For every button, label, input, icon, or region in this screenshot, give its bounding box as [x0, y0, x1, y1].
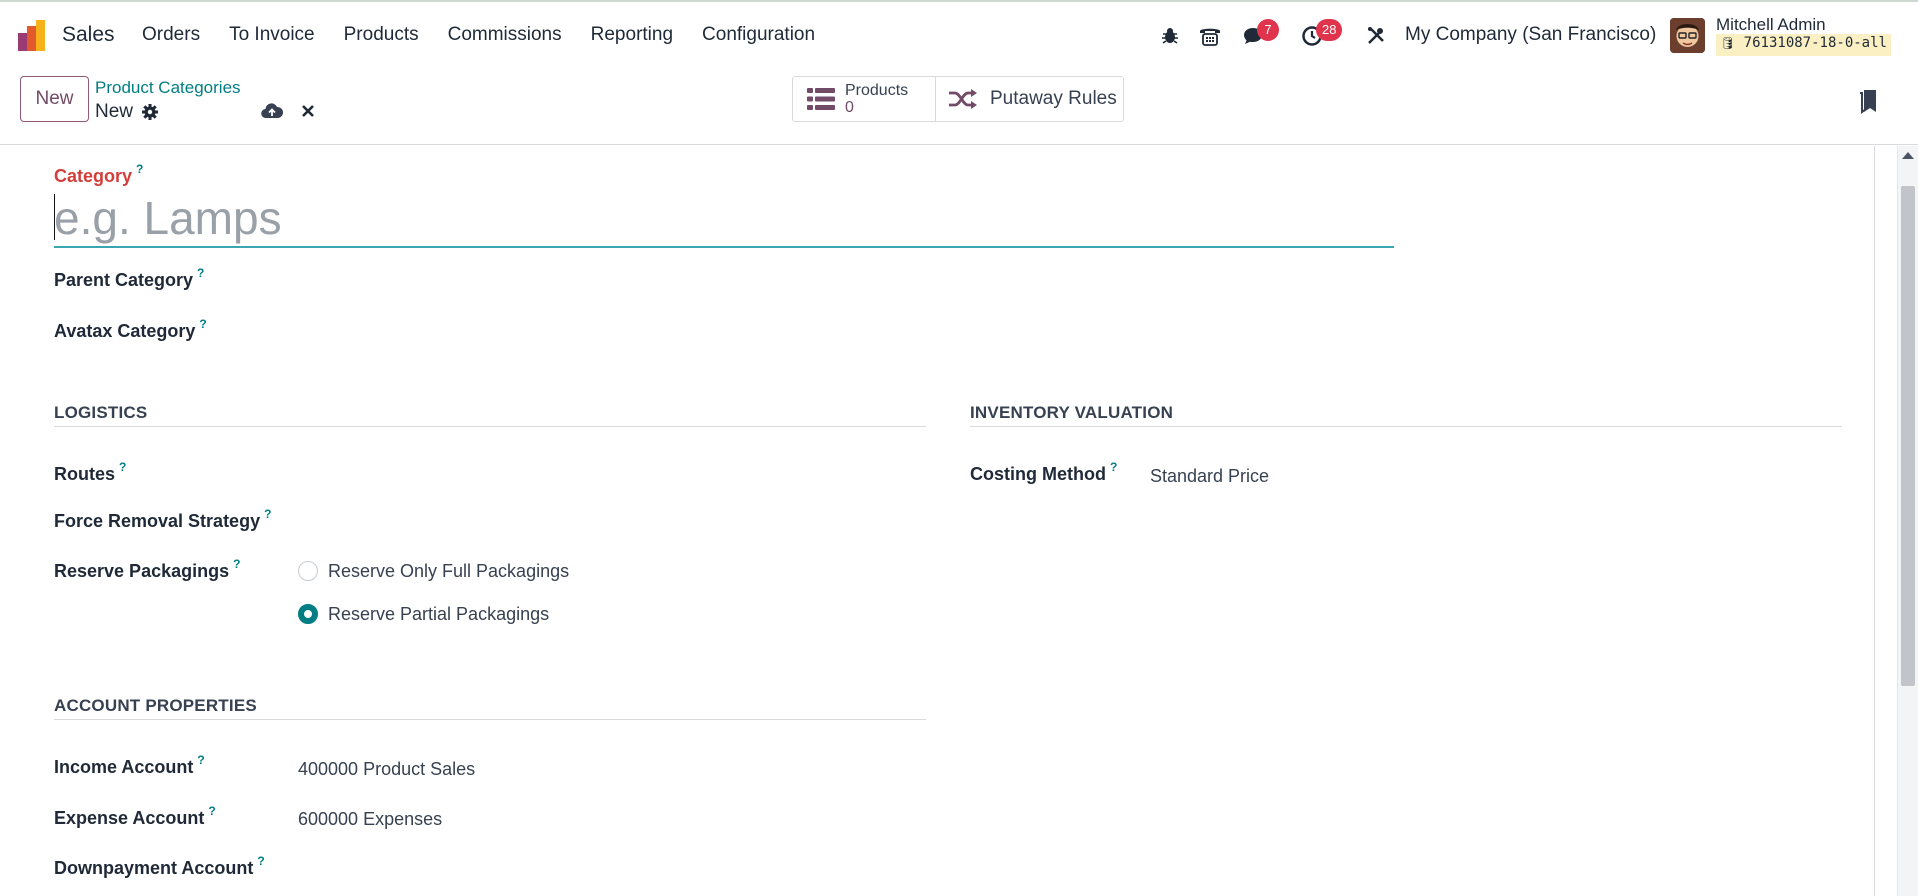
company-switcher[interactable]: My Company (San Francisco)	[1405, 24, 1656, 46]
reserve-only-full-radio[interactable]	[298, 561, 318, 581]
logistics-section-title: LOGISTICS	[54, 403, 148, 422]
help-tooltip-icon[interactable]: ?	[197, 266, 204, 280]
database-name: 🛢 76131087-18-0-all	[1716, 34, 1891, 56]
app-name[interactable]: Sales	[62, 23, 115, 47]
bookmark-icon[interactable]	[1860, 90, 1878, 114]
help-tooltip-icon[interactable]: ?	[257, 854, 264, 868]
category-name-input[interactable]	[54, 190, 1394, 248]
downpayment-account-label: Downpayment Account?	[54, 854, 265, 878]
income-account-label: Income Account?	[54, 753, 205, 777]
database-label: 76131087-18-0-all	[1743, 35, 1887, 51]
reserve-partial-label[interactable]: Reserve Partial Packagings	[328, 604, 549, 625]
form-sheet	[0, 146, 1876, 896]
inventory-valuation-divider	[970, 426, 1842, 427]
main-menu: Orders To Invoice Products Commissions R…	[142, 24, 844, 46]
costing-method-label: Costing Method?	[970, 460, 1118, 484]
random-shuffle-icon	[949, 89, 977, 109]
messages-badge: 7	[1257, 19, 1279, 41]
activities-badge: 28	[1316, 19, 1343, 41]
user-avatar[interactable]	[1670, 18, 1705, 53]
avatax-category-label: Avatax Category?	[54, 317, 207, 341]
expense-account-label: Expense Account?	[54, 804, 216, 828]
account-properties-divider	[54, 719, 926, 720]
income-account-value[interactable]: 400000 Product Sales	[298, 759, 475, 780]
products-count: 0	[845, 99, 854, 116]
text-cursor	[54, 194, 55, 240]
menu-products[interactable]: Products	[344, 24, 419, 46]
phone-icon[interactable]	[1195, 19, 1225, 53]
help-tooltip-icon[interactable]: ?	[233, 557, 240, 571]
reserve-only-full-label[interactable]: Reserve Only Full Packagings	[328, 561, 569, 582]
breadcrumb-product-categories[interactable]: Product Categories	[95, 78, 241, 98]
menu-orders[interactable]: Orders	[142, 24, 200, 46]
routes-field[interactable]	[294, 458, 914, 488]
parent-category-field[interactable]	[294, 264, 914, 294]
parent-category-label: Parent Category?	[54, 266, 205, 290]
help-tooltip-icon[interactable]: ?	[1110, 460, 1117, 474]
save-cloud-icon[interactable]	[261, 102, 283, 120]
costing-method-value[interactable]: Standard Price	[1150, 466, 1269, 487]
database-icon: 🛢	[1720, 36, 1736, 50]
gear-icon[interactable]	[141, 103, 159, 121]
menu-configuration[interactable]: Configuration	[702, 24, 815, 46]
bug-icon[interactable]	[1155, 19, 1185, 53]
inventory-valuation-section-title: INVENTORY VALUATION	[970, 403, 1174, 422]
help-tooltip-icon[interactable]: ?	[136, 162, 143, 176]
products-label: Products	[845, 82, 909, 99]
putaway-rules-smart-button[interactable]: Putaway Rules	[936, 77, 1123, 121]
category-label: Category?	[54, 162, 144, 186]
logistics-divider	[54, 426, 926, 427]
sales-app-icon[interactable]	[18, 20, 49, 51]
menu-to-invoice[interactable]: To Invoice	[229, 24, 315, 46]
top-navbar: Sales Orders To Invoice Products Commiss…	[0, 0, 1918, 67]
list-icon	[807, 88, 835, 110]
expense-account-value[interactable]: 600000 Expenses	[298, 809, 442, 830]
help-tooltip-icon[interactable]: ?	[199, 317, 206, 331]
reserve-partial-radio[interactable]	[298, 604, 318, 624]
products-stat: Products 0	[845, 82, 908, 116]
help-tooltip-icon[interactable]: ?	[119, 460, 126, 474]
scrollbar-thumb[interactable]	[1901, 186, 1915, 686]
force-removal-strategy-field[interactable]	[294, 505, 914, 535]
new-button[interactable]: New	[20, 76, 89, 122]
routes-label: Routes?	[54, 460, 127, 484]
reserve-packagings-label: Reserve Packagings?	[54, 557, 241, 581]
smart-buttons: Products 0 Putaway Rules	[792, 76, 1124, 122]
user-name[interactable]: Mitchell Admin	[1716, 15, 1826, 35]
avatax-category-field[interactable]	[294, 315, 914, 345]
record-name: New	[95, 101, 134, 122]
tools-icon[interactable]	[1361, 19, 1391, 53]
menu-commissions[interactable]: Commissions	[448, 24, 562, 46]
sheet-border	[1874, 146, 1875, 896]
help-tooltip-icon[interactable]: ?	[208, 804, 215, 818]
discard-close-icon[interactable]	[300, 103, 316, 119]
menu-reporting[interactable]: Reporting	[591, 24, 673, 46]
help-tooltip-icon[interactable]: ?	[197, 753, 204, 767]
downpayment-account-field[interactable]	[294, 852, 914, 882]
scroll-up-arrow-icon[interactable]	[1902, 152, 1914, 159]
help-tooltip-icon[interactable]: ?	[264, 507, 271, 521]
account-properties-section-title: ACCOUNT PROPERTIES	[54, 696, 257, 715]
force-removal-strategy-label: Force Removal Strategy?	[54, 507, 272, 531]
putaway-rules-label: Putaway Rules	[990, 88, 1117, 109]
products-smart-button[interactable]: Products 0	[793, 77, 936, 121]
